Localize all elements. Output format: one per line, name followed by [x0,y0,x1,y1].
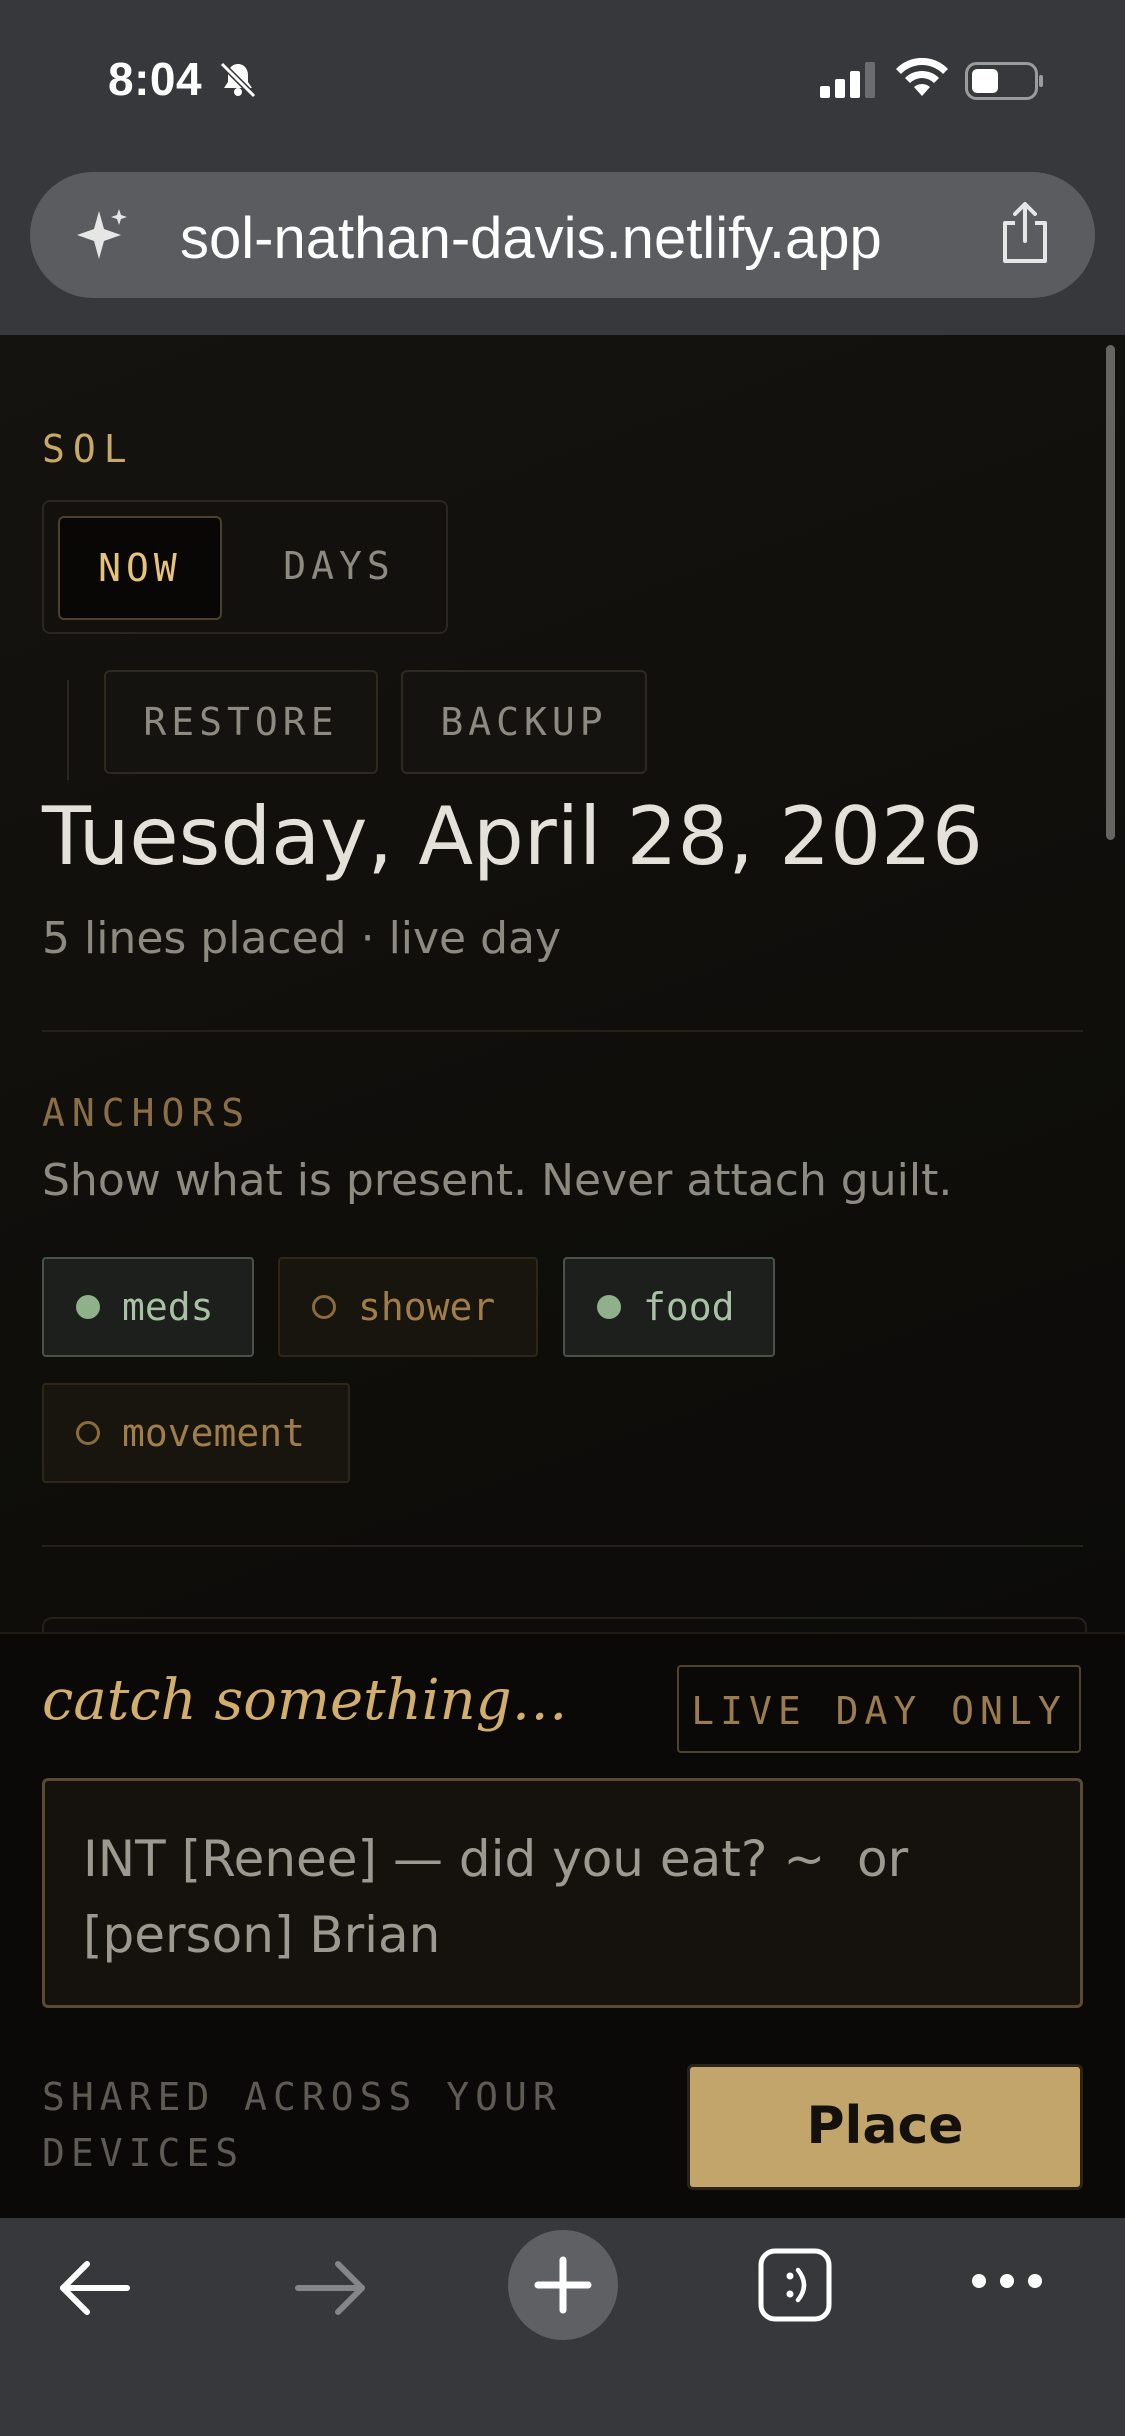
anchor-chip-shower[interactable]: shower [278,1257,538,1357]
capture-input[interactable]: INT [Renee] — did you eat? ~ or [person]… [42,1778,1083,2008]
sparkle-icon[interactable] [65,205,131,269]
new-tab-plus-icon[interactable] [508,2230,618,2340]
tab-now[interactable]: NOW [58,516,222,620]
tab-days[interactable]: DAYS [244,516,434,616]
browser-toolbar [0,2218,1125,2436]
divider-vertical [67,680,69,780]
url-text[interactable]: sol-nathan-davis.netlify.app [180,205,882,272]
status-bar: 8:04 [0,0,1125,160]
tabs-icon[interactable] [758,2248,832,2326]
filled-dot-icon [76,1295,100,1319]
anchors-heading: ANCHORS [42,1091,252,1135]
app-brand: SOL [42,427,135,471]
anchor-label: shower [358,1285,496,1329]
filled-dot-icon [597,1295,621,1319]
anchor-label: food [643,1285,735,1329]
back-arrow-icon[interactable] [55,2258,135,2322]
place-button[interactable]: Place [687,2064,1083,2190]
divider [42,1545,1083,1547]
status-time: 8:04 [108,53,203,105]
backup-button[interactable]: BACKUP [401,670,647,774]
sync-note: SHARED ACROSS YOUR DEVICES [42,2075,562,2175]
empty-circle-icon [76,1421,100,1445]
anchor-chip-meds[interactable]: meds [42,1257,254,1357]
anchor-label: movement [122,1411,306,1455]
day-summary: 5 lines placed · live day [42,913,562,964]
live-day-badge: LIVE DAY ONLY [677,1665,1081,1753]
more-icon[interactable] [970,2270,1044,2296]
divider [42,1030,1083,1032]
browser-address-area: sol-nathan-davis.netlify.app [0,160,1125,336]
app-content[interactable]: SOL NOW DAYS RESTORE BACKUP Tuesday, Apr… [0,335,1125,1635]
restore-button[interactable]: RESTORE [104,670,378,774]
battery-icon [965,62,1045,104]
cellular-signal-icon [820,62,878,102]
bell-slash-icon [218,60,258,104]
scrollbar[interactable] [1106,345,1115,840]
share-icon[interactable] [995,199,1055,269]
address-bar[interactable]: sol-nathan-davis.netlify.app [30,172,1095,298]
anchor-label: meds [122,1285,214,1329]
empty-circle-icon [312,1295,336,1319]
anchor-chip-food[interactable]: food [563,1257,775,1357]
capture-panel: catch something… LIVE DAY ONLY INT [Rene… [0,1632,1125,2219]
forward-arrow-icon[interactable] [290,2258,370,2322]
page-title: Tuesday, April 28, 2026 [42,790,983,883]
anchor-chip-movement[interactable]: movement [42,1383,350,1483]
view-toggle: NOW DAYS [42,500,448,634]
anchors-description: Show what is present. Never attach guilt… [42,1155,953,1206]
wifi-icon [895,57,949,102]
capture-title: catch something… [42,1668,568,1733]
